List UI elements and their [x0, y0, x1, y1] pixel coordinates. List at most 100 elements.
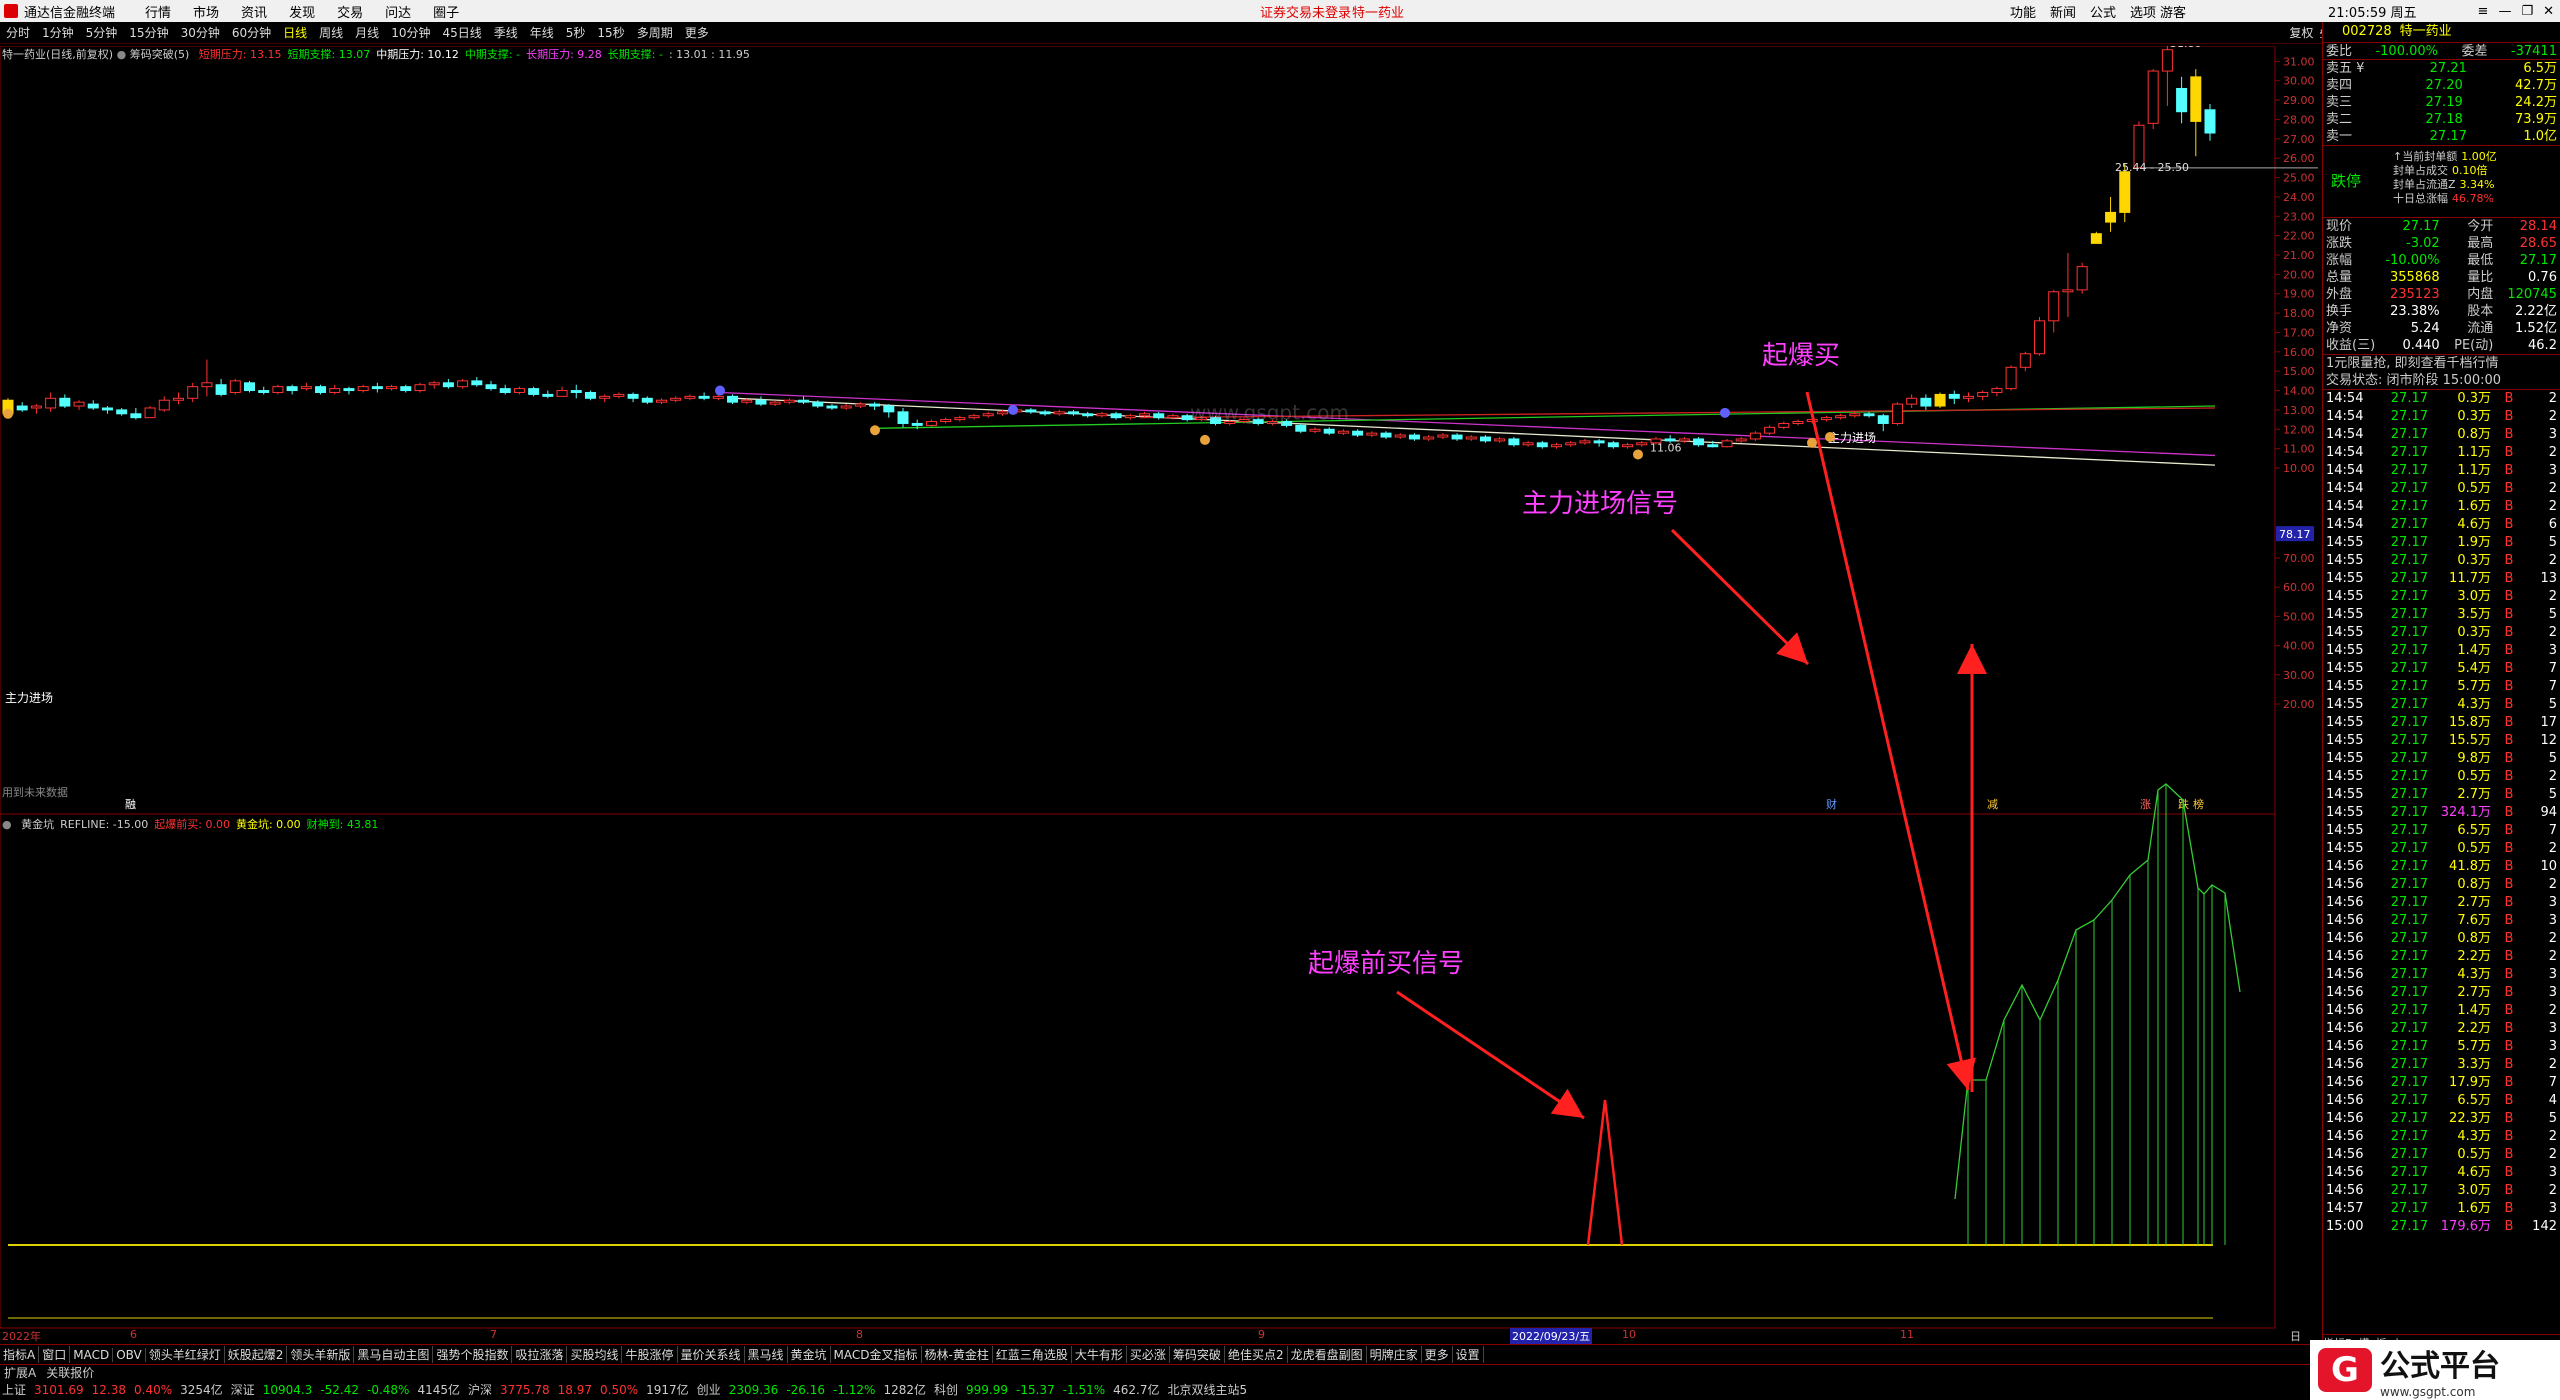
period-tab[interactable]: 15秒	[591, 24, 630, 41]
indicator-tab[interactable]: 黄金坑	[788, 1346, 831, 1363]
indicator-tab[interactable]: 黑马线	[745, 1346, 788, 1363]
candle[interactable]	[428, 380, 440, 389]
candle[interactable]	[925, 419, 937, 428]
period-tab[interactable]: 周线	[313, 24, 349, 41]
candle[interactable]	[229, 378, 241, 395]
candle[interactable]	[954, 415, 966, 422]
info-tag[interactable]: 榜	[2193, 797, 2204, 811]
candle[interactable]	[840, 404, 852, 410]
candle[interactable]	[1067, 409, 1079, 416]
candle[interactable]	[2034, 316, 2046, 356]
candle[interactable]	[1693, 437, 1705, 447]
indicator-tab[interactable]: 牛股涨停	[622, 1346, 678, 1363]
candle[interactable]	[1366, 431, 1378, 438]
menu-item[interactable]: 市场	[193, 2, 219, 21]
candle[interactable]	[1977, 390, 1989, 401]
candle[interactable]	[371, 382, 383, 393]
right-menu-item[interactable]: 公式	[2090, 2, 2116, 21]
candle[interactable]	[1408, 433, 1420, 441]
indicator-tab[interactable]: 龙虎看盘副图	[1288, 1346, 1367, 1363]
indicator-tab[interactable]: 买股均线	[567, 1346, 623, 1363]
indicator-tab[interactable]: 黑马自动主图	[354, 1346, 434, 1363]
indicator-tab[interactable]: 量价关系线	[678, 1346, 745, 1363]
candle[interactable]	[570, 384, 582, 399]
candle[interactable]	[727, 394, 739, 405]
period-tab[interactable]: 5秒	[560, 24, 592, 41]
candle[interactable]	[613, 392, 625, 399]
candle[interactable]	[244, 380, 256, 393]
candle[interactable]	[201, 359, 213, 397]
period-tab[interactable]: 1分钟	[36, 24, 80, 41]
candle[interactable]	[1749, 431, 1761, 441]
candle[interactable]	[400, 384, 412, 393]
candle[interactable]	[158, 396, 170, 412]
indicator-tab[interactable]: MACD金叉指标	[831, 1346, 922, 1363]
candle[interactable]	[1607, 440, 1619, 449]
minimize-icon[interactable]: —	[2498, 4, 2511, 19]
candle[interactable]	[2105, 196, 2117, 232]
tick-list[interactable]: 14:54 27.17 0.3万 B 2 14:54 27.17 0.3万 B 2 14:54 27.…	[2323, 390, 2560, 1236]
money-bag-icon[interactable]	[1200, 434, 1210, 445]
candle[interactable]	[783, 398, 795, 405]
right-menu-item[interactable]: 新闻	[2050, 2, 2076, 21]
candle[interactable]	[769, 400, 781, 407]
candle[interactable]	[1352, 429, 1364, 438]
candle[interactable]	[1778, 421, 1790, 430]
menu-item[interactable]: 问达	[385, 2, 411, 21]
candle[interactable]	[982, 411, 994, 418]
candle[interactable]	[471, 376, 483, 387]
close-icon[interactable]: ✕	[2543, 4, 2554, 19]
candle[interactable]	[1565, 440, 1577, 447]
candle[interactable]	[1820, 415, 1832, 422]
candle[interactable]	[826, 404, 838, 410]
period-tab[interactable]: 10分钟	[385, 24, 436, 41]
candle[interactable]	[755, 396, 767, 407]
candle[interactable]	[897, 407, 909, 428]
candle[interactable]	[272, 384, 284, 395]
candle[interactable]	[1622, 442, 1634, 449]
indicator-tab[interactable]: 设置	[1453, 1346, 1484, 1363]
money-bag-icon[interactable]	[1807, 437, 1817, 448]
candle[interactable]	[1394, 433, 1406, 439]
candle[interactable]	[1323, 427, 1335, 436]
indicator-tab[interactable]: 明牌庄家	[1367, 1346, 1422, 1363]
info-tag[interactable]: 财	[1826, 797, 1837, 811]
indicator-tab[interactable]: 妖股起爆2	[225, 1346, 288, 1363]
period-tab[interactable]: 45日线	[436, 24, 487, 41]
candle[interactable]	[1522, 440, 1534, 447]
indicator-tab[interactable]: 筹码突破	[1170, 1346, 1225, 1363]
candle[interactable]	[1110, 411, 1122, 420]
candle[interactable]	[187, 382, 199, 403]
money-bag-icon[interactable]	[1633, 449, 1643, 460]
candle[interactable]	[30, 404, 42, 414]
menu-icon[interactable]: ≡	[2478, 4, 2489, 19]
money-bag-icon[interactable]	[3, 408, 13, 419]
candle[interactable]	[1295, 423, 1307, 434]
candle[interactable]	[258, 386, 270, 395]
indicator-tab[interactable]: 更多	[1422, 1346, 1453, 1363]
candle[interactable]	[1479, 435, 1491, 443]
candle[interactable]	[854, 402, 866, 408]
candle[interactable]	[1124, 413, 1136, 420]
candle[interactable]	[513, 386, 525, 395]
indicator-tab[interactable]: 杨林-黄金柱	[922, 1346, 993, 1363]
candle[interactable]	[1053, 409, 1065, 416]
candle[interactable]	[2161, 46, 2173, 106]
indicator-tab[interactable]: 领头羊红绿灯	[146, 1346, 225, 1363]
menu-item[interactable]: 交易	[337, 2, 363, 21]
candle[interactable]	[1082, 411, 1094, 418]
ask-row[interactable]: 卖五 ¥ 27.21 6.5万	[2323, 60, 2560, 77]
candle[interactable]	[59, 394, 71, 408]
money-bag-icon[interactable]	[1825, 432, 1835, 443]
candle[interactable]	[2190, 69, 2202, 157]
login-notice[interactable]: 证券交易未登录	[1260, 2, 1351, 21]
period-tab[interactable]: 5分钟	[80, 24, 124, 41]
candle[interactable]	[1380, 431, 1392, 439]
period-tab[interactable]: 月线	[349, 24, 385, 41]
quote-notice[interactable]: 1元限量抢, 即刻查看千档行情	[2323, 354, 2560, 372]
indicator-tab[interactable]: MACD	[70, 1347, 114, 1362]
candle[interactable]	[101, 406, 113, 414]
candle[interactable]	[286, 384, 298, 395]
right-menu-item[interactable]: 选项	[2130, 2, 2156, 21]
ask-row[interactable]: 卖四 27.20 42.7万	[2323, 77, 2560, 94]
